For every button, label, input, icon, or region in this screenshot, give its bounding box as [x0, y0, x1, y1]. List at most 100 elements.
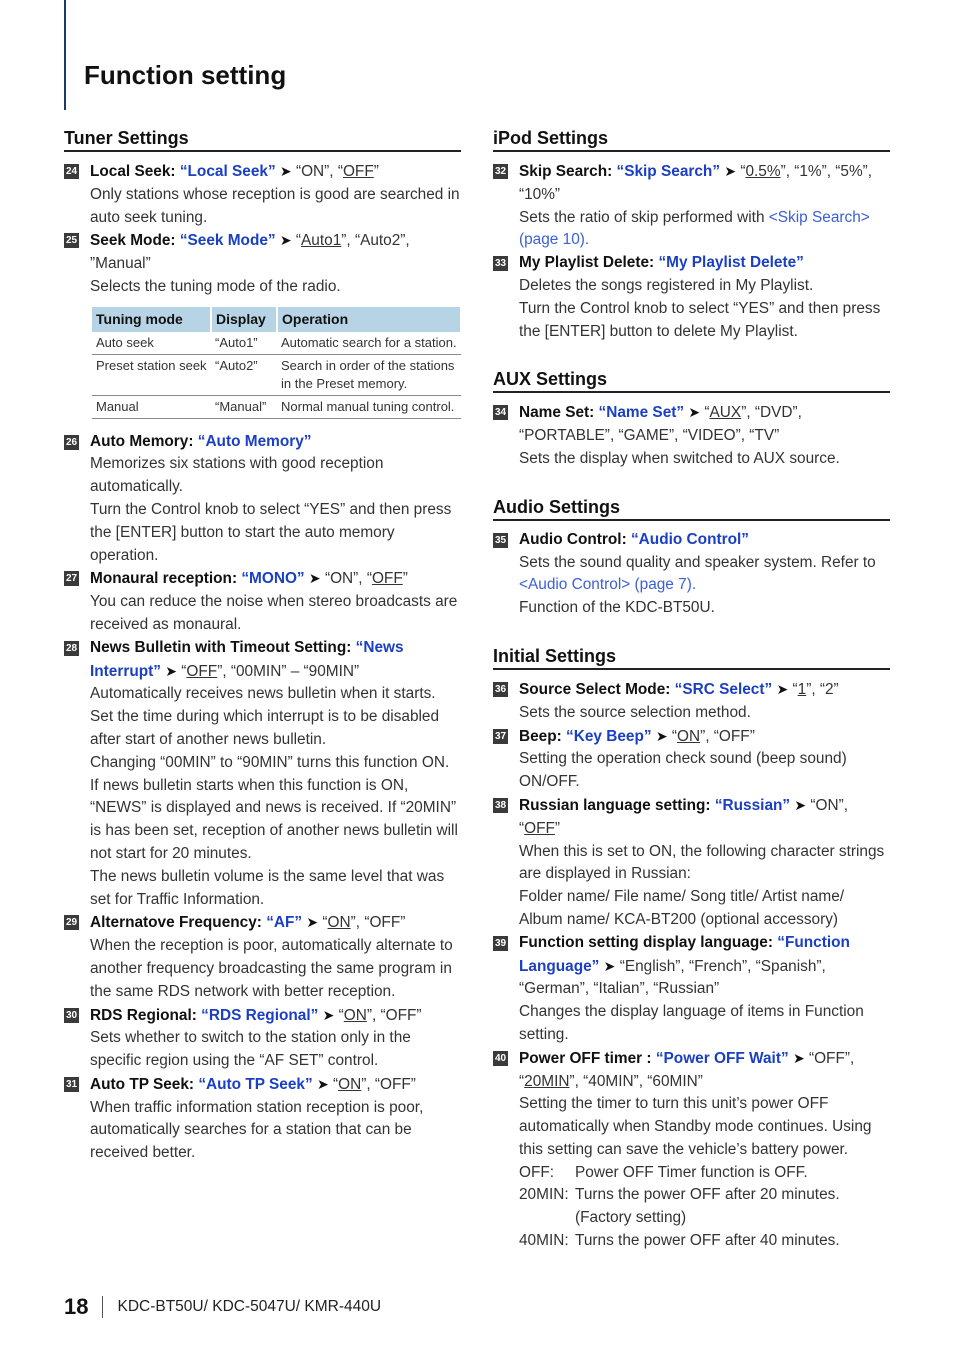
arrow-icon: ➤: [279, 163, 292, 179]
left-column: Tuner Settings 24 Local Seek: “Local See…: [64, 128, 462, 1165]
item-number-badge: 32: [493, 164, 508, 179]
item-number-badge: 39: [493, 935, 508, 951]
item-options: “ON”, “: [324, 570, 372, 588]
item-number-badge: 25: [64, 233, 79, 249]
table-row: Preset station seek “Auto2” Search in or…: [92, 354, 461, 396]
setting-item: 30 RDS Regional: “RDS Regional” ➤ “ON”, …: [64, 1004, 461, 1073]
setting-item: 31 Auto TP Seek: “Auto TP Seek” ➤ “ON”, …: [64, 1073, 461, 1165]
item-label: Skip Search:: [519, 163, 617, 180]
item-options: ”, “OFF”: [700, 727, 755, 745]
item-number-badge: 28: [64, 640, 79, 656]
right-column: iPod Settings 32 Skip Search: “Skip Sear…: [493, 128, 890, 1253]
table-cell: Normal manual tuning control.: [277, 395, 461, 419]
arrow-icon: ➤: [308, 570, 321, 587]
setting-item: 24 Local Seek: “Local Seek” ➤ “ON”, “OFF…: [64, 160, 461, 229]
default-option: 20MIN: [524, 1072, 570, 1090]
item-label: Auto Memory:: [90, 432, 198, 450]
table-cell: “Auto1”: [211, 331, 277, 355]
setting-item: 27 Monaural reception: “MONO” ➤ “ON”, “O…: [64, 567, 461, 636]
item-description: Sets the source selection method.: [519, 703, 751, 721]
item-label: RDS Regional:: [90, 1006, 202, 1024]
item-label: Beep:: [519, 727, 567, 745]
item-description: The news bulletin volume is the same lev…: [90, 867, 445, 908]
item-number-badge: 37: [493, 728, 508, 744]
setting-item: 35 Audio Control: “Audio Control” Sets t…: [493, 529, 890, 620]
item-number-badge: 26: [64, 434, 79, 450]
item-number-badge: 33: [493, 256, 508, 272]
item-description: Function of the KDC-BT50U.: [519, 599, 715, 617]
item-number-badge: 31: [64, 1076, 79, 1092]
setting-item: 37 Beep: “Key Beep” ➤ “ON”, “OFF” Settin…: [493, 725, 890, 794]
item-label: Russian language setting:: [519, 796, 715, 814]
item-description: Deletes the songs registered in My Playl…: [519, 276, 814, 294]
item-label: Source Select Mode:: [519, 680, 675, 698]
item-description: Turn the Control knob to select “YES” an…: [519, 299, 881, 340]
item-description: Sets the sound quality and speaker syste…: [519, 552, 890, 598]
setting-item: 36 Source Select Mode: “SRC Select” ➤ “1…: [493, 678, 890, 725]
item-options: ”: [373, 163, 379, 180]
table-cell: Automatic search for a station.: [277, 331, 461, 355]
page-reference-link[interactable]: <Audio Control> (page 7).: [519, 576, 696, 593]
table-cell: Manual: [92, 395, 211, 419]
item-label: Name Set:: [519, 404, 599, 422]
setting-item: 28 News Bulletin with Timeout Setting: “…: [64, 637, 461, 912]
model-names: KDC-BT50U/ KDC-5047U/ KMR-440U: [117, 1298, 382, 1315]
item-description: Setting the timer to turn this unit’s po…: [519, 1095, 872, 1158]
item-description: Only stations whose reception is good ar…: [90, 185, 460, 226]
option-row: OFF: Power OFF Timer function is OFF.: [519, 1162, 890, 1185]
item-keyword: “Auto TP Seek”: [198, 1075, 313, 1093]
setting-item: 33 My Playlist Delete: “My Playlist Dele…: [493, 252, 890, 343]
arrow-icon: ➤: [724, 163, 737, 179]
item-options: ”, “OFF”: [361, 1075, 416, 1093]
item-description: Selects the tuning mode of the radio.: [90, 277, 341, 295]
item-number-badge: 40: [493, 1050, 508, 1066]
option-value: Power OFF Timer function is OFF.: [575, 1163, 808, 1181]
item-label: Power OFF timer :: [519, 1049, 656, 1067]
item-label: Local Seek:: [90, 163, 180, 180]
item-label: My Playlist Delete:: [519, 254, 659, 272]
arrow-icon: ➤: [165, 662, 177, 679]
item-options: “ON”, “: [295, 163, 343, 180]
table-cell: Search in order of the stations in the P…: [277, 354, 461, 396]
item-description: Memorizes six stations with good recepti…: [90, 455, 384, 496]
description-text: Sets the sound quality and speaker syste…: [519, 553, 876, 571]
option-key: 40MIN:: [519, 1232, 569, 1250]
item-options: ”, “00MIN” – “90MIN”: [217, 662, 360, 680]
page-footer: 18 KDC-BT50U/ KDC-5047U/ KMR-440U: [64, 1294, 381, 1320]
item-keyword: “My Playlist Delete”: [658, 254, 804, 272]
arrow-icon: ➤: [322, 1006, 335, 1023]
item-options: ”, “OFF”: [350, 914, 406, 932]
item-keyword: “SRC Select”: [674, 680, 773, 698]
default-option: OFF: [342, 163, 374, 180]
section-heading-aux: AUX Settings: [493, 369, 890, 394]
arrow-icon: ➤: [776, 680, 789, 697]
item-description: Automatically receives news bulletin whe…: [90, 685, 440, 748]
default-option: ON: [343, 1006, 367, 1024]
item-options: ”, “40MIN”, “60MIN”: [569, 1072, 703, 1090]
section-heading-ipod: iPod Settings: [493, 128, 890, 152]
item-keyword: “Russian”: [714, 796, 791, 814]
tuning-mode-table: Tuning mode Display Operation Auto seek …: [92, 306, 462, 419]
item-keyword: “Seek Mode”: [179, 232, 276, 250]
section-heading-tuner: Tuner Settings: [64, 128, 461, 152]
item-number-badge: 35: [493, 532, 508, 548]
page-number: 18: [64, 1294, 89, 1319]
option-value: Turns the power OFF after 20 minutes. (F…: [575, 1186, 840, 1227]
setting-item: 38 Russian language setting: “Russian” ➤…: [493, 794, 890, 932]
item-options: ”, “2”: [806, 680, 839, 698]
default-option: OFF: [524, 819, 555, 837]
option-row: 40MIN: Turns the power OFF after 40 minut…: [519, 1230, 890, 1253]
option-key: OFF:: [519, 1163, 555, 1181]
table-header: Operation: [277, 306, 462, 332]
item-keyword: “Audio Control”: [630, 530, 749, 548]
item-description: When traffic information station recepti…: [90, 1098, 424, 1162]
arrow-icon: ➤: [794, 796, 807, 813]
item-number-badge: 36: [493, 681, 508, 697]
item-description: Changing “00MIN” to “90MIN” turns this f…: [90, 753, 450, 771]
default-option: AUX: [709, 404, 742, 422]
item-number-badge: 24: [64, 164, 79, 179]
table-cell: Preset station seek: [92, 354, 211, 396]
arrow-icon: ➤: [655, 727, 668, 744]
item-description: When this is set to ON, the following ch…: [519, 842, 885, 883]
table-header: Display: [211, 306, 278, 332]
